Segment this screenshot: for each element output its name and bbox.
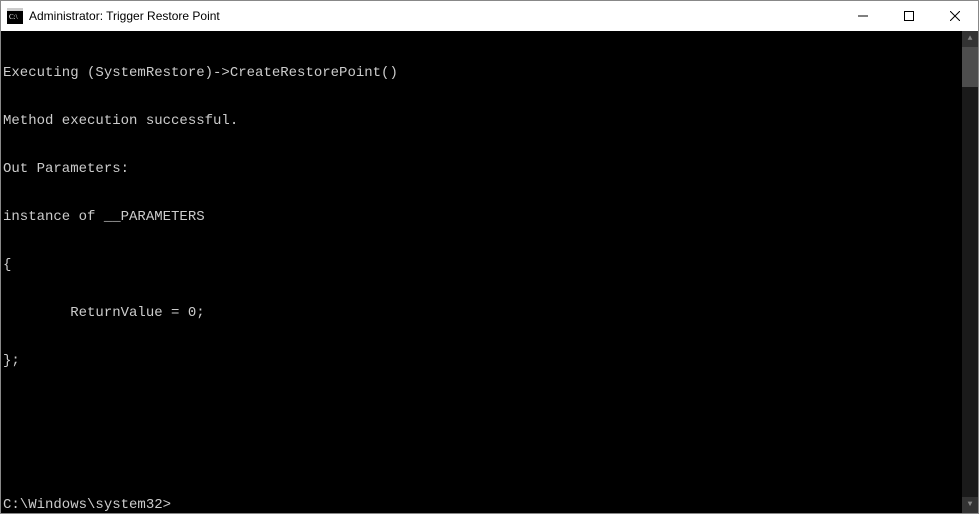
minimize-button[interactable] <box>840 1 886 31</box>
window-title: Administrator: Trigger Restore Point <box>29 9 840 23</box>
console-line: Method execution successful. <box>3 113 978 129</box>
maximize-button[interactable] <box>886 1 932 31</box>
cmd-icon: C:\ <box>7 8 23 24</box>
console-area[interactable]: Executing (SystemRestore)->CreateRestore… <box>1 31 978 513</box>
console-line <box>3 401 978 417</box>
console-line: instance of __PARAMETERS <box>3 209 978 225</box>
scroll-thumb[interactable] <box>962 47 978 87</box>
console-line <box>3 449 978 465</box>
window-controls <box>840 1 978 31</box>
vertical-scrollbar[interactable]: ▲ ▼ <box>962 31 978 513</box>
console-line: Out Parameters: <box>3 161 978 177</box>
scroll-up-arrow-icon[interactable]: ▲ <box>962 31 978 47</box>
titlebar[interactable]: C:\ Administrator: Trigger Restore Point <box>1 1 978 31</box>
console-line: Executing (SystemRestore)->CreateRestore… <box>3 65 978 81</box>
svg-text:C:\: C:\ <box>9 13 18 21</box>
console-prompt: C:\Windows\system32> <box>3 497 978 513</box>
console-line: { <box>3 257 978 273</box>
scroll-down-arrow-icon[interactable]: ▼ <box>962 497 978 513</box>
close-button[interactable] <box>932 1 978 31</box>
console-line: }; <box>3 353 978 369</box>
console-line: ReturnValue = 0; <box>3 305 978 321</box>
console-window: C:\ Administrator: Trigger Restore Point… <box>0 0 979 514</box>
